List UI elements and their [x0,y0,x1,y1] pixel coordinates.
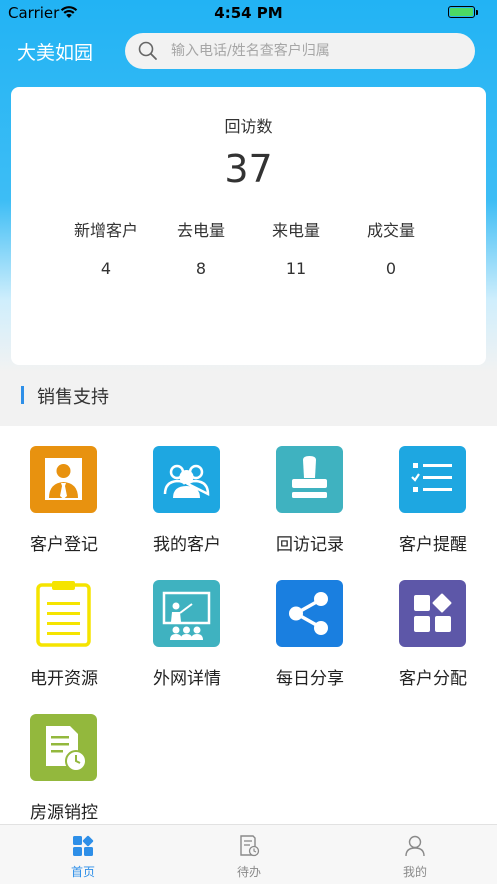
section-title: 销售支持 [37,387,109,408]
menu-label: 我的客户 [153,535,221,555]
battery-icon [448,6,475,18]
stamp-icon [292,456,327,498]
status-time: 4:54 PM [214,4,283,22]
menu-customer-allocation[interactable]: 客户分配 [378,560,488,690]
menu-label: 房源销控 [30,803,98,823]
menu-tile [153,446,220,513]
search-input[interactable] [171,33,461,69]
share-icon [289,592,328,635]
menu-tile [399,580,466,647]
presentation-icon [162,591,211,640]
stat-label: 来电量 [271,221,320,240]
profile-icon [405,835,425,857]
menu-tile [276,446,343,513]
tab-mine[interactable]: 我的 [332,825,497,884]
stat-value: 8 [195,259,207,278]
menu-tile [30,580,97,647]
menu-property-sales-control[interactable]: 房源销控 [9,694,119,824]
menu-label: 外网详情 [153,669,221,689]
stat-value: 0 [385,259,397,278]
search-box[interactable] [125,33,475,69]
menu-my-customers[interactable]: 我的客户 [132,426,242,556]
menu-label: 每日分享 [276,669,344,689]
menu-label: 客户登记 [30,535,98,555]
menu-electronic-resources[interactable]: 电开资源 [9,560,119,690]
menu-label: 客户分配 [399,669,467,689]
menu-daily-share[interactable]: 每日分享 [255,560,365,690]
tab-todo[interactable]: 待办 [166,825,332,884]
apps-icon [414,593,452,632]
stat-label: 新增客户 [73,221,138,240]
section-header: 销售支持 [0,378,497,418]
menu-tile [153,580,220,647]
menu-visit-records[interactable]: 回访记录 [255,426,365,556]
stat-label: 成交量 [366,221,415,240]
home-grid-icon [73,835,94,856]
person-tie-icon [45,458,82,500]
menu-tile [30,446,97,513]
menu-customer-register[interactable]: 客户登记 [9,426,119,556]
menu-tile [30,714,97,781]
stat-label: 去电量 [176,221,225,240]
tab-label: 首页 [70,865,95,879]
checklist-icon [411,463,452,492]
tab-home[interactable]: 首页 [0,825,166,884]
stats-total: 37 [224,147,273,191]
menu-customer-reminders[interactable]: 客户提醒 [378,426,488,556]
todo-icon [240,835,260,857]
menu-label: 电开资源 [30,669,98,689]
users-icon [163,464,210,498]
battery-tip [476,10,478,15]
search-icon [138,41,157,60]
tab-label: 我的 [402,865,427,879]
section-accent-bar [21,386,24,404]
clipboard-icon [36,581,91,647]
status-bar: Carrier 4:54 PM [0,0,497,26]
stat-value: 11 [285,259,307,278]
menu-label: 回访记录 [276,535,344,555]
stats-card: 回访数 37 新增客户 4 去电量 8 来电量 11 成交量 0 [11,87,486,365]
menu-tile [399,446,466,513]
menu-external-details[interactable]: 外网详情 [132,560,242,690]
menu-tile [276,580,343,647]
menu-grid: 客户登记 我的客户 回访记录 客户提醒 电开资源 外网详情 每日分享 客户分配 … [0,426,497,824]
stats-title: 回访数 [224,117,273,136]
stat-value: 4 [100,259,112,278]
brand-title: 大美如园 [17,42,94,64]
document-clock-icon [46,726,87,772]
menu-label: 客户提醒 [399,535,467,555]
tab-bar: 首页 待办 我的 [0,824,497,884]
tab-label: 待办 [236,865,261,879]
